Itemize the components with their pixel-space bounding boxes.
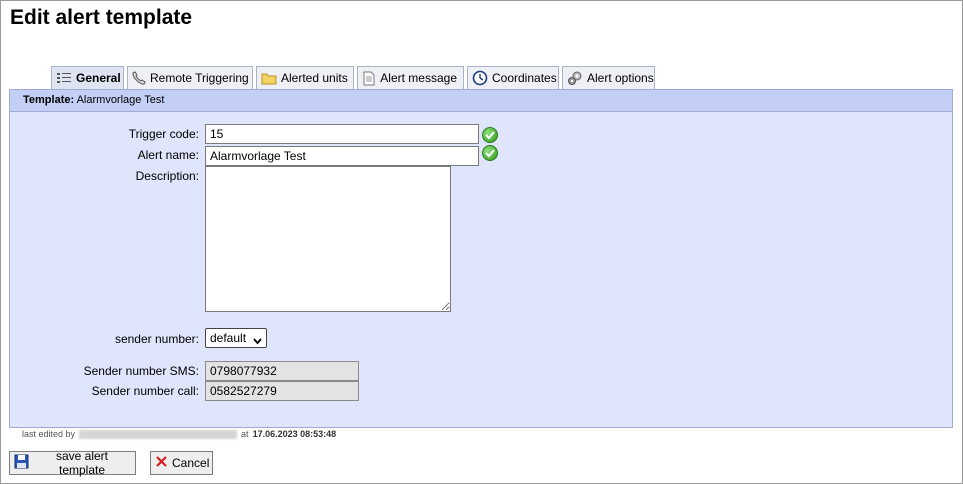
tab-label: Remote Triggering [150, 71, 249, 85]
tab-label: General [76, 71, 121, 85]
tab-coordinates[interactable]: Coordinates [467, 66, 559, 89]
sender-number-value: default [210, 331, 247, 345]
sender-number-select[interactable]: default [205, 328, 267, 348]
document-icon [362, 70, 376, 86]
template-name: Alarmvorlage Test [76, 94, 165, 106]
last-edited-note: last edited by at 17.06.2023 08:53:48 [22, 429, 336, 439]
description-label: Description: [135, 169, 199, 183]
sender-sms-label: Sender number SMS: [83, 364, 199, 378]
template-label: Template: [23, 94, 75, 106]
panel-header: Template: Alarmvorlage Test [10, 90, 952, 112]
trigger-code-input[interactable] [205, 124, 479, 144]
form-panel: Template: Alarmvorlage Test Trigger code… [9, 89, 953, 428]
description-textarea[interactable] [205, 166, 451, 312]
close-icon [155, 455, 168, 471]
last-edited-prefix: last edited by [22, 429, 76, 439]
tab-label: Alert message [380, 71, 457, 85]
trigger-code-label: Trigger code: [128, 127, 199, 141]
tab-alerted-units[interactable]: Alerted units [256, 66, 354, 89]
save-alert-template-button[interactable]: save alert template [9, 449, 136, 477]
tab-label: Alert options [587, 71, 654, 85]
list-icon [56, 70, 72, 86]
cancel-label: Cancel [172, 456, 210, 470]
last-edited-at: at [241, 429, 249, 439]
valid-check-icon [482, 145, 498, 161]
phone-icon [132, 70, 146, 86]
sender-call-label: Sender number call: [91, 384, 199, 398]
tab-alert-options[interactable]: Alert options [562, 66, 655, 89]
tab-remote-triggering[interactable]: Remote Triggering [127, 66, 253, 89]
sender-call-field: 0582527279 [205, 381, 359, 401]
page-title: Edit alert template [10, 6, 193, 29]
floppy-disk-icon [14, 454, 29, 472]
gears-icon [567, 70, 583, 86]
tab-alert-message[interactable]: Alert message [357, 66, 464, 89]
tab-bar: General Remote Triggering Alerted units … [51, 66, 655, 89]
folder-icon [261, 70, 277, 86]
tab-label: Coordinates [492, 71, 557, 85]
tab-general[interactable]: General [51, 66, 124, 89]
sender-sms-field: 0798077932 [205, 361, 359, 381]
redacted-editor-name [79, 429, 238, 439]
save-label: save alert template [55, 449, 109, 477]
cancel-button[interactable]: Cancel [150, 451, 213, 475]
chevron-down-icon [253, 334, 262, 348]
sender-number-label: sender number: [114, 332, 199, 346]
compass-icon [472, 70, 488, 86]
last-edited-timestamp: 17.06.2023 08:53:48 [252, 429, 337, 439]
alert-name-input[interactable] [205, 146, 479, 166]
alert-name-label: Alert name: [137, 148, 199, 162]
tab-label: Alerted units [281, 71, 348, 85]
valid-check-icon [482, 127, 498, 143]
